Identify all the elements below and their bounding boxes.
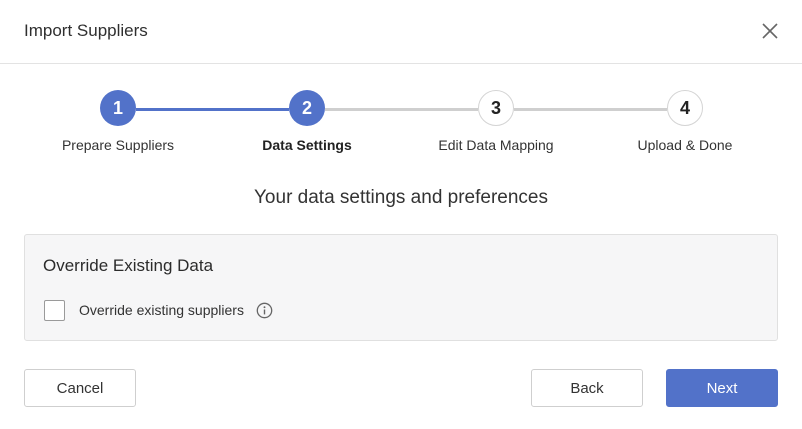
next-button[interactable]: Next [666,369,778,407]
dialog-title: Import Suppliers [24,21,148,40]
override-suppliers-label[interactable]: Override existing suppliers [79,302,244,318]
close-icon[interactable] [757,18,783,44]
step-number: 3 [490,97,501,118]
section-subtitle: Your data settings and preferences [254,187,548,208]
step-2-circle: 2 [289,90,325,126]
step-connector [325,108,478,111]
step-connector-completed [136,108,289,111]
step-1-circle: 1 [100,90,136,126]
step-number: 2 [301,97,312,118]
override-panel: Override Existing Data Override existing… [24,234,778,341]
stepper: 1 2 3 4 Prepare Suppliers Data Settings … [0,90,802,160]
step-connector [514,108,667,111]
step-3-circle: 3 [478,90,514,126]
panel-title: Override Existing Data [43,256,214,275]
step-4-label: Upload & Done [637,137,733,153]
step-4-circle: 4 [667,90,703,126]
step-3-label: Edit Data Mapping [438,137,554,153]
step-2-label: Data Settings [262,137,352,153]
step-number: 4 [679,97,690,118]
step-number: 1 [112,97,123,118]
info-icon[interactable] [256,302,273,319]
dialog-header: Import Suppliers [0,0,802,64]
back-button[interactable]: Back [531,369,643,407]
override-suppliers-checkbox[interactable] [44,300,65,321]
step-1-label: Prepare Suppliers [61,137,175,153]
cancel-button[interactable]: Cancel [24,369,136,407]
